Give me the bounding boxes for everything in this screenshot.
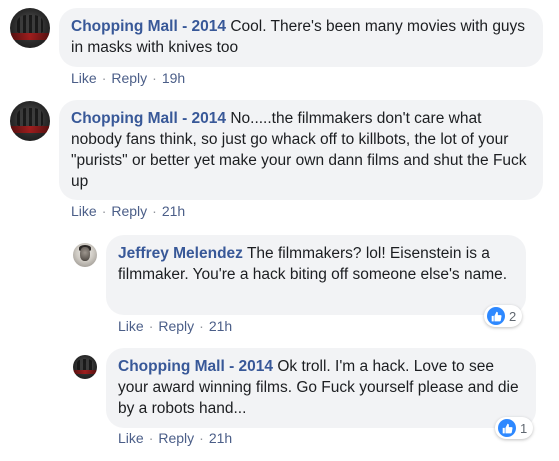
reply-link[interactable]: Reply [158,318,194,334]
reply-bubble: Jeffrey Melendez The filmmakers? lol! Ei… [106,235,526,315]
timestamp-link[interactable]: 21h [162,203,185,219]
reply-link[interactable]: Reply [111,203,147,219]
reply-author[interactable]: Jeffrey Melendez [118,245,243,262]
avatar[interactable] [10,8,50,48]
reaction-count-badge[interactable]: 2 [484,305,523,327]
reaction-count-badge[interactable]: 1 [495,417,534,439]
timestamp-link[interactable]: 21h [209,430,232,446]
timestamp-link[interactable]: 21h [209,318,232,334]
avatar[interactable] [10,101,50,141]
like-link[interactable]: Like [118,318,144,334]
reply-actions: Like · Reply · 21h [118,430,233,446]
reply-bubble: Chopping Mall - 2014 Ok troll. I'm a hac… [106,348,536,428]
timestamp-link[interactable]: 19h [162,70,185,86]
thumbs-up-icon [487,307,505,325]
reaction-count: 1 [520,420,528,436]
avatar[interactable] [73,355,97,379]
comment-bubble: Chopping Mall - 2014 No.....the filmmake… [59,100,543,200]
reaction-count: 2 [509,308,517,324]
comment-actions: Like · Reply · 21h [71,203,186,219]
comment-author[interactable]: Chopping Mall - 2014 [71,18,226,35]
reply-link[interactable]: Reply [111,70,147,86]
comment-bubble: Chopping Mall - 2014 Cool. There's been … [59,8,543,67]
thumbs-up-icon [498,419,516,437]
reply-actions: Like · Reply · 21h [118,318,233,334]
comment-author[interactable]: Chopping Mall - 2014 [71,110,226,127]
like-link[interactable]: Like [71,203,97,219]
like-link[interactable]: Like [118,430,144,446]
reply-link[interactable]: Reply [158,430,194,446]
avatar[interactable] [73,243,97,267]
like-link[interactable]: Like [71,70,97,86]
comment-actions: Like · Reply · 19h [71,70,186,86]
reply-author[interactable]: Chopping Mall - 2014 [118,358,273,375]
